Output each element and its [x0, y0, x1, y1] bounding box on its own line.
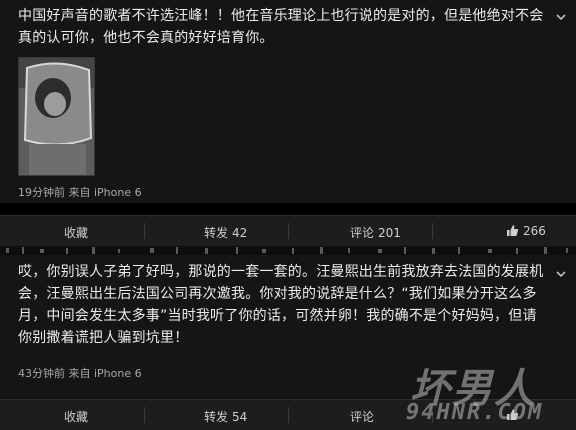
comment-button[interactable]: 评论 — [350, 408, 378, 425]
divider — [144, 407, 145, 423]
divider — [288, 407, 289, 423]
post-meta: 19分钟前 来自 iPhone 6 — [18, 186, 142, 199]
comment-label: 评论 — [350, 226, 375, 240]
favorite-button[interactable]: 收藏 — [64, 408, 92, 425]
divider — [288, 223, 289, 239]
divider — [432, 407, 433, 423]
divider — [432, 223, 433, 239]
post-actions-bar: 收藏 转发 54 评论 — [0, 399, 576, 430]
favorite-label: 收藏 — [64, 226, 89, 240]
comment-button[interactable]: 评论 201 — [350, 224, 401, 241]
chevron-down-icon[interactable] — [556, 12, 566, 22]
weibo-post: 中国好声音的歌者不许选汪峰！！他在音乐理论上也行说的是对的，但是他绝对不会真的认… — [0, 0, 576, 203]
repost-label: 转发 — [204, 226, 229, 240]
thumbs-up-icon — [506, 408, 519, 424]
thumbs-up-icon — [506, 224, 519, 240]
divider — [144, 223, 145, 239]
weibo-post: 哎，你别误人子弟了好吗，那说的一套一套的。汪曼熙出生前我放弃去法国的发展机会，汪… — [0, 255, 576, 399]
comment-count: 201 — [378, 226, 401, 240]
favorite-button[interactable]: 收藏 — [64, 224, 92, 241]
repost-button[interactable]: 转发 54 — [204, 408, 247, 425]
chevron-down-icon[interactable] — [556, 269, 566, 279]
favorite-label: 收藏 — [64, 410, 89, 424]
repost-count: 54 — [232, 410, 248, 424]
post-image-thumbnail[interactable] — [18, 57, 95, 176]
repost-button[interactable]: 转发 42 — [204, 224, 247, 241]
post-actions-bar: 收藏 转发 42 评论 201 266 — [0, 215, 576, 246]
post-meta: 43分钟前 来自 iPhone 6 — [18, 367, 142, 380]
comment-label: 评论 — [350, 410, 375, 424]
like-button[interactable] — [506, 408, 523, 424]
post-text: 中国好声音的歌者不许选汪峰！！他在音乐理论上也行说的是对的，但是他绝对不会真的认… — [18, 8, 544, 46]
post-text: 哎，你别误人子弟了好吗，那说的一套一套的。汪曼熙出生前我放弃去法国的发展机会，汪… — [18, 264, 544, 346]
repost-label: 转发 — [204, 410, 229, 424]
post-separator — [0, 246, 576, 255]
like-count: 266 — [523, 224, 546, 238]
like-button[interactable]: 266 — [506, 224, 546, 240]
repost-count: 42 — [232, 226, 248, 240]
